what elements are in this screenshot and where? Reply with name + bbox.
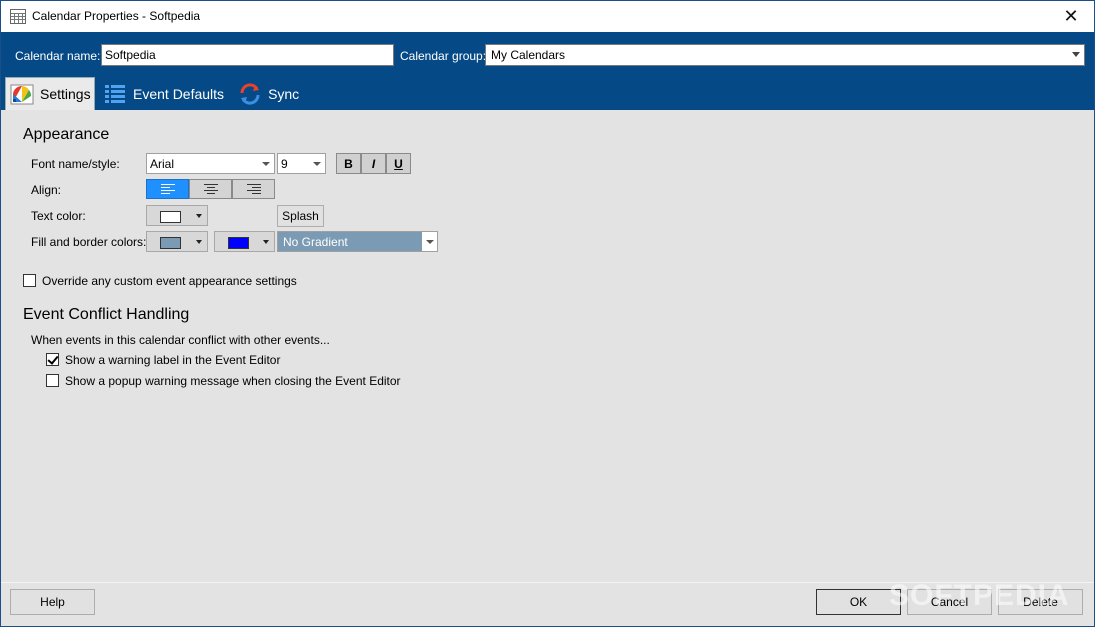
help-button[interactable]: Help bbox=[10, 589, 95, 615]
tab-settings-label: Settings bbox=[40, 86, 91, 102]
tab-sync[interactable]: Sync bbox=[234, 77, 305, 110]
border-color-swatch bbox=[228, 237, 249, 249]
splash-button[interactable]: Splash bbox=[277, 205, 324, 227]
title-bar: Calendar Properties - Softpedia ✕ bbox=[1, 1, 1094, 32]
calendar-header: Calendar name: Calendar group: My Calend… bbox=[1, 32, 1094, 110]
align-label: Align: bbox=[31, 183, 62, 197]
calendar-group-select[interactable]: My Calendars bbox=[485, 44, 1085, 66]
text-color-picker[interactable] bbox=[146, 205, 208, 226]
font-size-select[interactable]: 9 bbox=[277, 153, 326, 174]
chevron-down-icon bbox=[196, 214, 202, 218]
override-label: Override any custom event appearance set… bbox=[42, 274, 297, 288]
cancel-button[interactable]: Cancel bbox=[907, 589, 992, 615]
delete-button[interactable]: Delete bbox=[998, 589, 1083, 615]
fill-color-swatch bbox=[160, 237, 181, 249]
border-color-picker[interactable] bbox=[214, 231, 275, 252]
warning-label-checkbox[interactable] bbox=[46, 353, 59, 366]
bold-button[interactable]: B bbox=[336, 153, 361, 174]
text-color-swatch bbox=[160, 211, 181, 223]
align-left-button[interactable] bbox=[146, 179, 189, 199]
tab-bar: Settings Event Defaults Sync bbox=[5, 77, 305, 110]
calendar-name-input[interactable] bbox=[101, 44, 394, 66]
chevron-down-icon bbox=[1072, 52, 1080, 57]
align-center-icon bbox=[203, 184, 218, 194]
appearance-section-title: Appearance bbox=[23, 126, 110, 143]
chevron-down-icon bbox=[262, 162, 270, 166]
font-name-select[interactable]: Arial bbox=[146, 153, 275, 174]
tab-settings[interactable]: Settings bbox=[5, 77, 95, 110]
list-icon bbox=[103, 82, 127, 106]
font-size-value: 9 bbox=[281, 157, 288, 171]
popup-warning-text: Show a popup warning message when closin… bbox=[65, 374, 401, 388]
font-label: Font name/style: bbox=[31, 157, 120, 171]
conflict-description: When events in this calendar conflict wi… bbox=[31, 333, 330, 347]
calendar-app-icon bbox=[10, 9, 26, 24]
sync-icon bbox=[238, 82, 262, 106]
tab-sync-label: Sync bbox=[268, 85, 300, 102]
fill-border-label: Fill and border colors: bbox=[31, 235, 147, 249]
align-right-button[interactable] bbox=[232, 179, 275, 199]
warning-label-text: Show a warning label in the Event Editor bbox=[65, 353, 281, 367]
chevron-down-icon bbox=[263, 240, 269, 244]
chevron-down-icon bbox=[422, 232, 437, 251]
font-name-value: Arial bbox=[150, 157, 175, 171]
gradient-value: No Gradient bbox=[283, 235, 348, 249]
calendar-group-label: Calendar group: bbox=[400, 49, 487, 63]
calendar-name-label: Calendar name: bbox=[15, 49, 101, 63]
override-checkbox[interactable] bbox=[23, 274, 36, 287]
chevron-down-icon bbox=[196, 240, 202, 244]
settings-palette-icon bbox=[10, 82, 34, 106]
conflict-section-title: Event Conflict Handling bbox=[23, 306, 190, 323]
align-right-icon bbox=[246, 184, 261, 194]
footer-divider bbox=[1, 582, 1094, 583]
popup-warning-checkbox[interactable] bbox=[46, 374, 59, 387]
calendar-group-value: My Calendars bbox=[491, 48, 566, 62]
align-left-icon bbox=[160, 184, 175, 194]
underline-button[interactable]: U bbox=[386, 153, 411, 174]
chevron-down-icon bbox=[313, 162, 321, 166]
text-color-label: Text color: bbox=[31, 209, 86, 223]
align-center-button[interactable] bbox=[189, 179, 232, 199]
fill-color-picker[interactable] bbox=[146, 231, 208, 252]
ok-button[interactable]: OK bbox=[816, 589, 901, 615]
calendar-properties-window: Calendar Properties - Softpedia ✕ Calend… bbox=[0, 0, 1095, 627]
italic-button[interactable]: I bbox=[361, 153, 386, 174]
close-icon[interactable]: ✕ bbox=[1048, 1, 1094, 32]
tab-event-defaults[interactable]: Event Defaults bbox=[99, 77, 230, 110]
gradient-select[interactable]: No Gradient bbox=[277, 231, 438, 252]
window-title: Calendar Properties - Softpedia bbox=[32, 9, 201, 23]
tab-event-defaults-label: Event Defaults bbox=[133, 85, 225, 102]
